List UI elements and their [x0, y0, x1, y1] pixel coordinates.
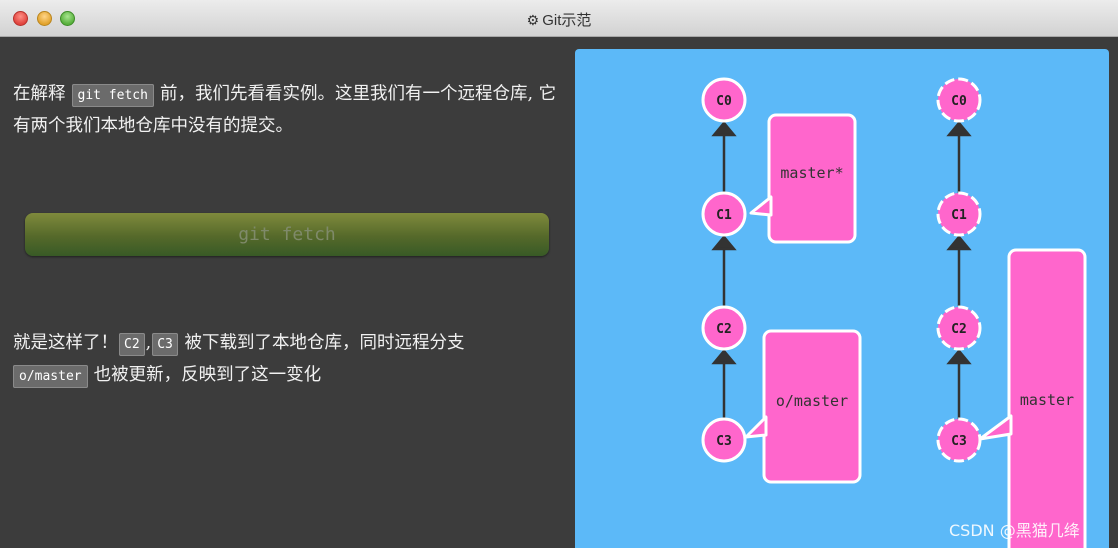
remote-edges — [946, 121, 972, 419]
gear-icon: ⚙ — [526, 12, 540, 28]
remote-branch-master-label: master — [1020, 391, 1074, 409]
window-title: ⚙ Git示范 — [0, 9, 1118, 30]
remote-arrow-c1 — [946, 235, 972, 251]
local-commit-c3-label: C3 — [716, 434, 732, 449]
result-text-before: 就是这样了！ — [13, 333, 118, 353]
result-code-c3: C3 — [152, 333, 178, 356]
window-titlebar: ⚙ Git示范 — [0, 0, 1118, 37]
remote-commit-c3-label: C3 — [951, 434, 967, 449]
branch-master-star-label: master* — [780, 164, 843, 182]
branch-o-master-pointer — [744, 415, 768, 439]
result-code-c2: C2 — [119, 333, 145, 356]
branch-o-master-label: o/master — [776, 392, 848, 410]
remote-branch-master-pointer — [978, 414, 1013, 441]
watermark-text: CSDN @黑猫几绛 — [949, 521, 1080, 540]
result-paragraph: 就是这样了！ C2, C3 被下载到了本地仓库，同时远程分支 o/master 也被更新… — [13, 328, 565, 392]
remote-arrow-c0 — [946, 121, 972, 137]
window-title-text: Git示范 — [542, 12, 592, 29]
intro-code-git-fetch: git fetch — [71, 84, 154, 107]
local-commit-c1-label: C1 — [716, 208, 732, 223]
remote-arrow-c2 — [946, 349, 972, 365]
result-separator: , — [145, 333, 152, 353]
local-arrow-c1 — [711, 235, 737, 251]
git-visualization: master* o/master master C0 C1 C2 C3 C0 C… — [575, 49, 1109, 548]
result-text-after: 也被更新，反映到了这一变化 — [93, 365, 322, 385]
result-code-o-master: o/master — [13, 365, 88, 388]
local-commit-c2-label: C2 — [716, 322, 732, 337]
local-edges — [711, 121, 737, 419]
remote-commit-c2-label: C2 — [951, 322, 967, 337]
result-text-middle: 被下载到了本地仓库，同时远程分支 — [184, 333, 465, 353]
instruction-panel: 在解释 git fetch 前，我们先看看实例。这里我们有一个远程仓库, 它有两个我… — [0, 37, 575, 548]
remote-commit-c0-label: C0 — [951, 94, 967, 109]
intro-paragraph: 在解释 git fetch 前，我们先看看实例。这里我们有一个远程仓库, 它有两个我… — [13, 79, 565, 142]
intro-text-before: 在解释 — [13, 84, 66, 104]
branch-master-star-pointer — [749, 195, 773, 217]
local-arrow-c2 — [711, 349, 737, 365]
remote-commit-c1-label: C1 — [951, 208, 967, 223]
local-arrow-c0 — [711, 121, 737, 137]
git-graph-svg: master* o/master master C0 C1 C2 C3 C0 C… — [701, 77, 1087, 548]
local-commit-c0-label: C0 — [716, 94, 732, 109]
git-fetch-button[interactable]: git fetch — [25, 213, 549, 256]
